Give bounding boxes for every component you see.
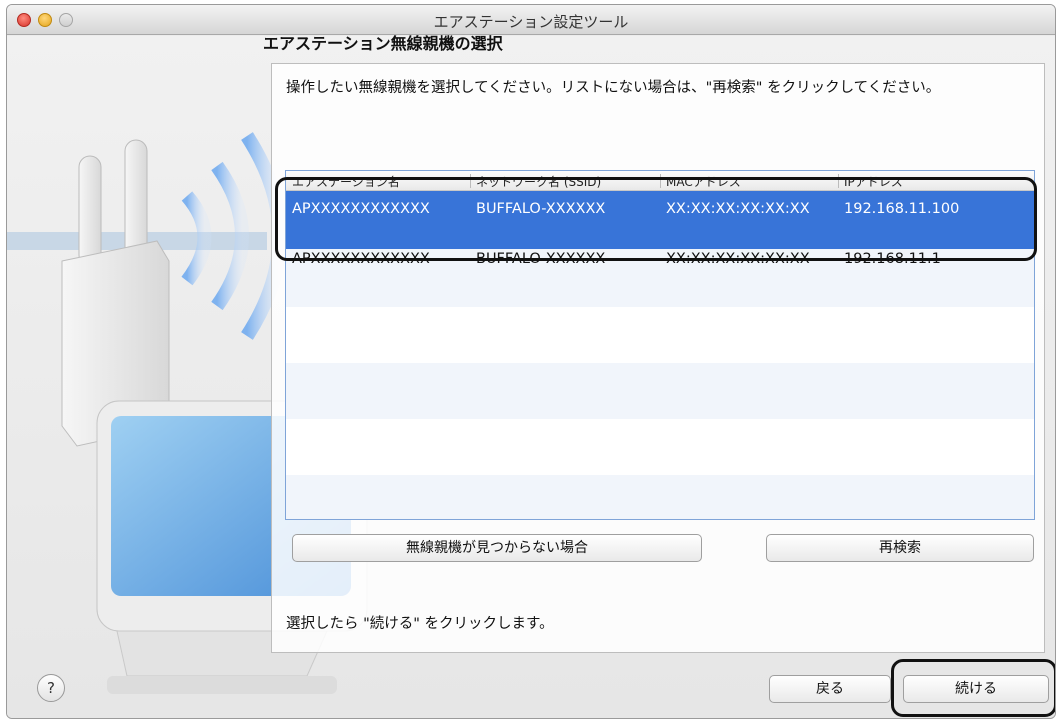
empty-row — [286, 419, 1034, 475]
selection-panel: 操作したい無線親機を選択してください。リストにない場合は、"再検索" をクリック… — [271, 63, 1045, 653]
app-window: エアステーション設定ツール エアステーション無線親機の選択 操作したい無線親機を… — [6, 4, 1056, 719]
back-button[interactable]: 戻る — [769, 675, 891, 703]
title-bar: エアステーション設定ツール — [7, 5, 1055, 35]
empty-row — [286, 475, 1034, 519]
window-title: エアステーション設定ツール — [433, 13, 629, 31]
selected-row-callout — [275, 177, 1037, 261]
empty-row — [286, 363, 1034, 419]
section-title: エアステーション無線親機の選択 — [263, 34, 503, 53]
help-button[interactable]: ? — [37, 674, 65, 702]
instruction-text: 操作したい無線親機を選択してください。リストにない場合は、"再検索" をクリック… — [286, 80, 941, 96]
not-found-button[interactable]: 無線親機が見つからない場合 — [292, 534, 702, 562]
empty-row — [286, 307, 1034, 363]
continue-button-callout — [891, 659, 1055, 717]
rescan-button[interactable]: 再検索 — [766, 534, 1034, 562]
footer-note: 選択したら "続ける" をクリックします。 — [286, 616, 554, 632]
